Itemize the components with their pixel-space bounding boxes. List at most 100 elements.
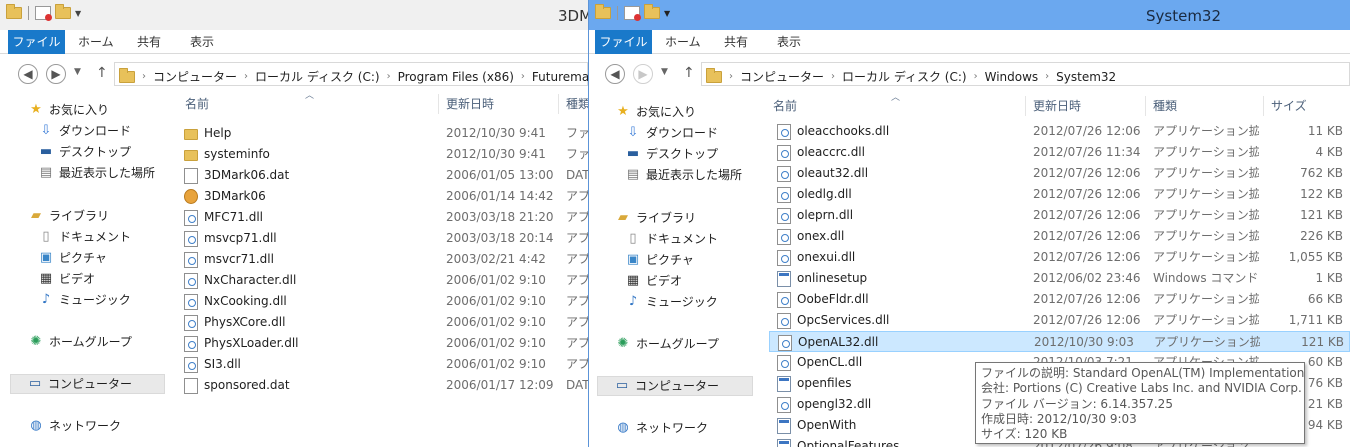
- nav-homegroup[interactable]: ✺ ホームグループ: [615, 334, 719, 354]
- nav-downloads[interactable]: ⇩ ダウンロード: [625, 123, 718, 143]
- file-row[interactable]: oleacchooks.dll 2012/07/26 12:06 アプリケーション拡…: [769, 121, 1350, 142]
- breadcrumb-separator-icon[interactable]: ›: [729, 71, 733, 82]
- breadcrumb-computer[interactable]: コンピューター: [740, 68, 824, 85]
- nav-recent-places[interactable]: ▤ 最近表示した場所: [625, 165, 742, 185]
- nav-network[interactable]: ◍ ネットワーク: [615, 418, 708, 438]
- nav-documents[interactable]: ▯ ドキュメント: [625, 229, 718, 249]
- tab-view[interactable]: 表示: [777, 30, 801, 54]
- file-row[interactable]: sponsored.dat 2006/01/17 12:09 DAT: [172, 375, 588, 396]
- nav-music[interactable]: ♪ ミュージック: [625, 292, 718, 312]
- recent-locations-icon[interactable]: ▼: [74, 67, 81, 77]
- file-list[interactable]: 名前 ︿ 更新日時 種類 Help2012/10/30 9:41ファイsyste…: [172, 91, 588, 447]
- properties-icon[interactable]: [624, 6, 641, 21]
- column-header-size[interactable]: サイズ: [1271, 94, 1307, 118]
- back-button[interactable]: ◀: [18, 64, 38, 84]
- address-bar[interactable]: › コンピューター › ローカル ディスク (C:) › Windows › S…: [701, 62, 1350, 86]
- column-divider[interactable]: [1263, 96, 1264, 116]
- column-divider[interactable]: [1025, 96, 1026, 116]
- nav-recent-places[interactable]: ▤ 最近表示した場所: [38, 163, 155, 183]
- nav-favorites[interactable]: ★ お気に入り: [615, 102, 696, 122]
- file-row[interactable]: NxCooking.dll 2006/01/02 9:10 アプリ: [172, 291, 588, 312]
- nav-downloads[interactable]: ⇩ ダウンロード: [38, 121, 131, 141]
- new-folder-icon[interactable]: [644, 4, 660, 19]
- file-row[interactable]: oledlg.dll 2012/07/26 12:06 アプリケーション拡張 122 …: [769, 184, 1350, 205]
- recent-locations-icon[interactable]: ▼: [661, 67, 668, 77]
- nav-desktop[interactable]: ▬ デスクトップ: [38, 142, 131, 162]
- column-divider[interactable]: [1145, 96, 1146, 116]
- nav-favorites[interactable]: ★ お気に入り: [28, 100, 109, 120]
- up-button[interactable]: ↑: [96, 65, 108, 81]
- customize-toolbar-icon[interactable]: ▼: [75, 9, 81, 18]
- file-row[interactable]: oleaccrc.dll 2012/07/26 11:34 アプリケーション拡張 4 …: [769, 142, 1350, 163]
- column-header-name[interactable]: 名前: [773, 94, 797, 118]
- nav-documents[interactable]: ▯ ドキュメント: [38, 227, 131, 247]
- nav-videos[interactable]: ▦ ビデオ: [625, 271, 682, 291]
- tab-home[interactable]: ホーム: [665, 30, 701, 54]
- nav-music[interactable]: ♪ ミュージック: [38, 290, 131, 310]
- file-row[interactable]: msvcp71.dll 2003/03/18 20:14 アプリ: [172, 228, 588, 249]
- column-divider[interactable]: [438, 94, 439, 114]
- customize-toolbar-icon[interactable]: ▼: [664, 9, 670, 18]
- file-row[interactable]: OpenAL32.dll 2012/10/30 9:03 アプリケーション拡張 121…: [769, 331, 1350, 352]
- nav-libraries[interactable]: ▰ ライブラリ: [28, 206, 109, 226]
- nav-videos[interactable]: ▦ ビデオ: [38, 269, 95, 289]
- column-header-date[interactable]: 更新日時: [1033, 94, 1081, 118]
- file-row[interactable]: MFC71.dll 2003/03/18 21:20 アプリ: [172, 207, 588, 228]
- breadcrumb-separator-icon[interactable]: ›: [974, 71, 978, 82]
- file-row[interactable]: PhysXLoader.dll 2006/01/02 9:10 アプリ: [172, 333, 588, 354]
- title-bar[interactable]: ▼ 3DM: [0, 0, 588, 30]
- tab-view[interactable]: 表示: [190, 30, 214, 54]
- breadcrumb-separator-icon[interactable]: ›: [142, 71, 146, 82]
- column-header-type[interactable]: 種類: [566, 92, 588, 116]
- breadcrumb-separator-icon[interactable]: ›: [387, 71, 391, 82]
- file-row[interactable]: systeminfo 2012/10/30 9:41 ファイ: [172, 144, 588, 165]
- properties-icon[interactable]: [35, 6, 52, 21]
- breadcrumb-futuremark[interactable]: Futuremark: [532, 70, 588, 84]
- file-row[interactable]: OobeFldr.dll 2012/07/26 12:06 アプリケーション拡張 66…: [769, 289, 1350, 310]
- breadcrumb-computer[interactable]: コンピューター: [153, 68, 237, 85]
- forward-button[interactable]: ▶: [633, 64, 653, 84]
- new-folder-icon[interactable]: [55, 4, 71, 19]
- file-row[interactable]: oleprn.dll 2012/07/26 12:06 アプリケーション拡張 121 …: [769, 205, 1350, 226]
- tab-file[interactable]: ファイル: [595, 30, 652, 54]
- file-row[interactable]: onexui.dll 2012/07/26 12:06 アプリケーション拡張 1,05…: [769, 247, 1350, 268]
- file-row[interactable]: OpcServices.dll 2012/07/26 12:06 アプリケーション拡…: [769, 310, 1350, 331]
- up-button[interactable]: ↑: [683, 65, 695, 81]
- column-header-type[interactable]: 種類: [1153, 94, 1177, 118]
- file-row[interactable]: msvcr71.dll 2003/02/21 4:42 アプリ: [172, 249, 588, 270]
- tab-home[interactable]: ホーム: [78, 30, 114, 54]
- file-row[interactable]: Help 2012/10/30 9:41 ファイ: [172, 123, 588, 144]
- nav-computer[interactable]: ▭ コンピューター: [597, 376, 753, 396]
- nav-pictures[interactable]: ▣ ピクチャ: [625, 250, 694, 270]
- nav-pictures[interactable]: ▣ ピクチャ: [38, 248, 107, 268]
- nav-libraries[interactable]: ▰ ライブラリ: [615, 208, 696, 228]
- file-row[interactable]: onlinesetup 2012/06/02 23:46 Windows コマンド …: [769, 268, 1350, 289]
- back-button[interactable]: ◀: [605, 64, 625, 84]
- tab-file[interactable]: ファイル: [8, 30, 65, 54]
- breadcrumb-separator-icon[interactable]: ›: [1045, 71, 1049, 82]
- explorer-window-futuremark[interactable]: ▼ 3DM ファイル ホーム 共有 表示 ◀ ▶ ▼ ↑ › コンピューター ›…: [0, 0, 589, 447]
- nav-desktop[interactable]: ▬ デスクトップ: [625, 144, 718, 164]
- file-row[interactable]: PhysXCore.dll 2006/01/02 9:10 アプリ: [172, 312, 588, 333]
- tab-share[interactable]: 共有: [137, 30, 161, 54]
- nav-computer[interactable]: ▭ コンピューター: [10, 374, 165, 394]
- breadcrumb-local-disk[interactable]: ローカル ディスク (C:): [255, 68, 380, 85]
- file-row[interactable]: 3DMark06.dat 2006/01/05 13:00 DAT: [172, 165, 588, 186]
- column-header-name[interactable]: 名前: [185, 92, 209, 116]
- nav-network[interactable]: ◍ ネットワーク: [28, 416, 121, 436]
- file-row[interactable]: oleaut32.dll 2012/07/26 12:06 アプリケーション拡張 76…: [769, 163, 1350, 184]
- breadcrumb-local-disk[interactable]: ローカル ディスク (C:): [842, 68, 967, 85]
- file-row[interactable]: 3DMark06 2006/01/14 14:42 アプリ: [172, 186, 588, 207]
- breadcrumb-separator-icon[interactable]: ›: [244, 71, 248, 82]
- address-bar[interactable]: › コンピューター › ローカル ディスク (C:) › Program Fil…: [114, 62, 588, 86]
- file-row[interactable]: onex.dll 2012/07/26 12:06 アプリケーション拡張 226 KB: [769, 226, 1350, 247]
- column-divider[interactable]: [558, 94, 559, 114]
- forward-button[interactable]: ▶: [46, 64, 66, 84]
- title-bar[interactable]: ▼ System32: [589, 0, 1350, 30]
- breadcrumb-program-files[interactable]: Program Files (x86): [398, 70, 514, 84]
- nav-homegroup[interactable]: ✺ ホームグループ: [28, 332, 132, 352]
- file-row[interactable]: NxCharacter.dll 2006/01/02 9:10 アプリ: [172, 270, 588, 291]
- breadcrumb-separator-icon[interactable]: ›: [521, 71, 525, 82]
- file-row[interactable]: SI3.dll 2006/01/02 9:10 アプリ: [172, 354, 588, 375]
- column-header-date[interactable]: 更新日時: [446, 92, 494, 116]
